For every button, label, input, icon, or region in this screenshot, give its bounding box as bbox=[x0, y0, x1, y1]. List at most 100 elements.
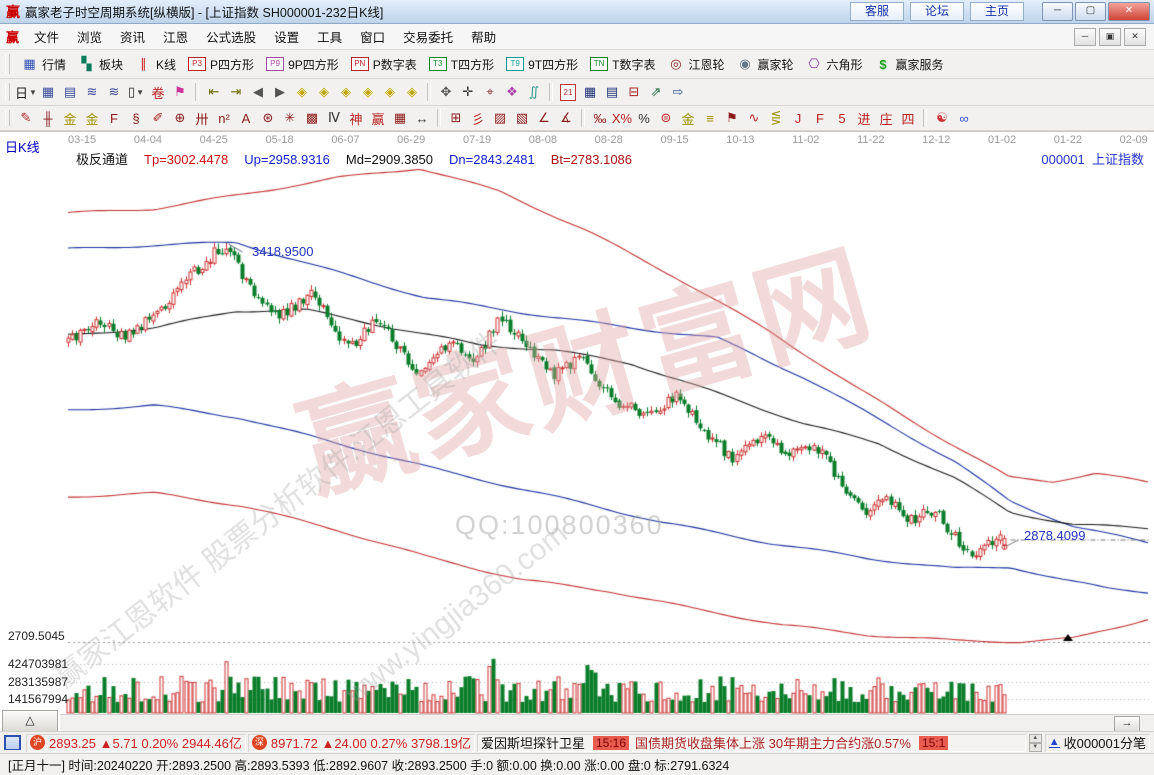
gann-web-tool[interactable]: ✳ bbox=[279, 108, 301, 128]
wave-tool[interactable]: ∿ bbox=[743, 108, 765, 128]
forum-button[interactable]: 论坛 bbox=[910, 2, 964, 21]
mdi-restore-button[interactable]: ▣ bbox=[1099, 28, 1121, 46]
bar-width-tool[interactable]: ↔ bbox=[411, 108, 433, 128]
notebook-button[interactable]: ▤ bbox=[601, 82, 623, 102]
h-expand-diamond-button[interactable]: ◈ bbox=[357, 82, 379, 102]
chart-3-lines-icon[interactable]: ≋ bbox=[81, 82, 103, 102]
calendar-21-button[interactable]: 21 bbox=[557, 82, 579, 102]
menu-item-help[interactable]: 帮助 bbox=[462, 24, 505, 49]
five-angle-tool[interactable]: 5 bbox=[831, 108, 853, 128]
pan-right-diamond-button[interactable]: ◈ bbox=[313, 82, 335, 102]
angle-ray2-tool[interactable]: ∡ bbox=[555, 108, 577, 128]
menu-item-file[interactable]: 文件 bbox=[25, 24, 68, 49]
ying-tool[interactable]: 赢 bbox=[367, 108, 389, 128]
box-range-tool[interactable]: ⊞ bbox=[445, 108, 467, 128]
kline-chart-canvas[interactable] bbox=[0, 132, 1154, 732]
v-compress-diamond-button[interactable]: ◈ bbox=[379, 82, 401, 102]
flag-icon[interactable]: ⚑ bbox=[169, 82, 191, 102]
winner-service-button[interactable]: $赢家服务 bbox=[869, 54, 950, 75]
mdi-minimize-button[interactable]: ─ bbox=[1074, 28, 1096, 46]
menu-item-browse[interactable]: 浏览 bbox=[68, 24, 111, 49]
tick-view-panel[interactable]: ▲ 收000001分笔 bbox=[1045, 734, 1150, 752]
box-fan2-tool[interactable]: ▧ bbox=[511, 108, 533, 128]
volume-pane-expand-button[interactable]: △ bbox=[2, 710, 58, 732]
angle-pencil-tool[interactable]: ✐ bbox=[147, 108, 169, 128]
export-chart-button[interactable]: ⇗ bbox=[645, 82, 667, 102]
minimize-button[interactable]: ─ bbox=[1042, 2, 1073, 21]
ray-fan-tool[interactable]: 彡 bbox=[467, 108, 489, 128]
mirror-a-tool[interactable]: A bbox=[235, 108, 257, 128]
gann-wheel-button[interactable]: ◎江恩轮 bbox=[661, 54, 730, 75]
gold-percent-tool[interactable]: 金 bbox=[677, 108, 699, 128]
last-bar-button[interactable]: ⇥ bbox=[225, 82, 247, 102]
hexagon-button[interactable]: ⎔六角形 bbox=[800, 54, 869, 75]
menu-item-gann[interactable]: 江恩 bbox=[154, 24, 197, 49]
gann-tool-purple-icon[interactable]: ❖ bbox=[501, 82, 523, 102]
close-button[interactable]: ✕ bbox=[1108, 2, 1150, 21]
angle-ray-tool[interactable]: ∠ bbox=[533, 108, 555, 128]
p-square-button[interactable]: P3P四方形 bbox=[182, 54, 260, 75]
four-angle-tool[interactable]: 四 bbox=[897, 108, 919, 128]
candle-style-dropdown[interactable]: ▯▼ bbox=[125, 82, 147, 102]
gold-section-tool[interactable]: 金 bbox=[59, 108, 81, 128]
grid-123-tool[interactable]: ▦ bbox=[389, 108, 411, 128]
menu-item-settings[interactable]: 设置 bbox=[265, 24, 308, 49]
info-panel-icon[interactable]: ▤ bbox=[59, 82, 81, 102]
menu-item-news[interactable]: 资讯 bbox=[111, 24, 154, 49]
shenzhen-index-panel[interactable]: 深 8971.72 ▲24.00 0.27% 3798.19亿 bbox=[248, 734, 475, 752]
quotes-grid-icon[interactable] bbox=[4, 735, 21, 750]
zhuang-angle-tool[interactable]: 庄 bbox=[875, 108, 897, 128]
time-cycle-tool[interactable]: ⊕ bbox=[169, 108, 191, 128]
infinity-icon[interactable]: ∞ bbox=[953, 108, 975, 128]
save-button[interactable]: ⊟ bbox=[623, 82, 645, 102]
send-data-button[interactable]: ⇨ bbox=[667, 82, 689, 102]
gold-channel-tool[interactable]: ⋚ bbox=[765, 108, 787, 128]
p-number-table-button[interactable]: PNP数字表 bbox=[345, 54, 423, 75]
zoom-pointer-button[interactable]: ⌖ bbox=[479, 82, 501, 102]
circle-percent-tool[interactable]: ⊜ bbox=[655, 108, 677, 128]
menu-item-tools[interactable]: 工具 bbox=[308, 24, 351, 49]
toolbar-grip[interactable] bbox=[5, 54, 10, 74]
n2-square-tool[interactable]: n² bbox=[213, 108, 235, 128]
nine-p-square-button[interactable]: P99P四方形 bbox=[260, 54, 345, 75]
iv-mark-tool[interactable]: Ⅳ bbox=[323, 108, 345, 128]
first-bar-button[interactable]: ⇤ bbox=[203, 82, 225, 102]
market-quotes-button[interactable]: ▦行情 bbox=[15, 54, 72, 75]
jin-angle-tool[interactable]: 进 bbox=[853, 108, 875, 128]
j-angle-tool[interactable]: J bbox=[787, 108, 809, 128]
pan-left-diamond-button[interactable]: ◈ bbox=[291, 82, 313, 102]
t-number-table-button[interactable]: TNT数字表 bbox=[584, 54, 661, 75]
news-ticker[interactable]: 爱因斯坦探针卫星 15:16 国债期货收盘集体上涨 30年期主力合约涨0.57%… bbox=[477, 734, 1026, 752]
v-expand-diamond-button[interactable]: ◈ bbox=[401, 82, 423, 102]
toolbar-grip[interactable] bbox=[5, 110, 10, 127]
spinner-down-icon[interactable]: ▼ bbox=[1029, 743, 1042, 752]
crosshair-button[interactable]: ✛ bbox=[457, 82, 479, 102]
shen-tool[interactable]: 神 bbox=[345, 108, 367, 128]
percent-table-tool[interactable]: ‰ bbox=[589, 108, 611, 128]
maximize-button[interactable]: ▢ bbox=[1075, 2, 1106, 21]
winner-wheel-button[interactable]: ◉赢家轮 bbox=[730, 54, 799, 75]
box-fan-tool[interactable]: ▨ bbox=[489, 108, 511, 128]
spiral-tool[interactable]: § bbox=[125, 108, 147, 128]
shanghai-index-panel[interactable]: 沪 2893.25 ▲5.71 0.20% 2944.46亿 bbox=[26, 734, 246, 752]
taiji-icon[interactable]: ☯ bbox=[931, 108, 953, 128]
next-bar-button[interactable]: ▶ bbox=[269, 82, 291, 102]
gold-section2-tool[interactable]: 金 bbox=[81, 108, 103, 128]
mdi-close-button[interactable]: ✕ bbox=[1124, 28, 1146, 46]
window-layout-icon[interactable]: ▦ bbox=[37, 82, 59, 102]
nine-t-square-button[interactable]: T99T四方形 bbox=[500, 54, 584, 75]
prev-bar-button[interactable]: ◀ bbox=[247, 82, 269, 102]
pencil-tool[interactable]: ✎ bbox=[15, 108, 37, 128]
drag-hand-button[interactable]: ✥ bbox=[435, 82, 457, 102]
kline-button[interactable]: ∥K线 bbox=[129, 54, 182, 75]
chart-9-lines-icon[interactable]: ≋ bbox=[103, 82, 125, 102]
f-percent-grid-tool[interactable]: F bbox=[103, 108, 125, 128]
news-scroll-spinner[interactable]: ▲ ▼ bbox=[1029, 734, 1042, 752]
menu-item-formula-stock-pick[interactable]: 公式选股 bbox=[197, 24, 265, 49]
toolbar-grip[interactable] bbox=[5, 83, 10, 101]
customer-service-button[interactable]: 客服 bbox=[850, 2, 904, 21]
sectors-button[interactable]: ▚板块 bbox=[72, 54, 129, 75]
compass-tool[interactable]: ⊛ bbox=[257, 108, 279, 128]
period-day-dropdown[interactable]: 日▼ bbox=[15, 82, 37, 102]
t-square-button[interactable]: T3T四方形 bbox=[423, 54, 500, 75]
